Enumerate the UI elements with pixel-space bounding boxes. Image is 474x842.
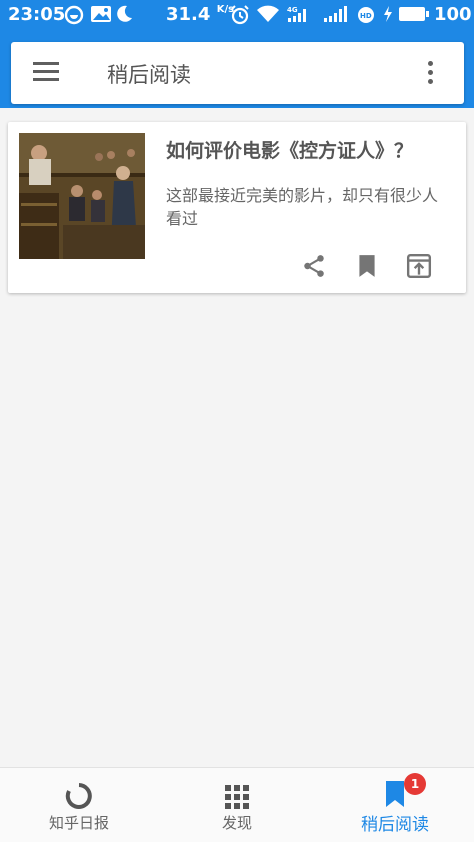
article-title[interactable]: 如何评价电影《控方证人》？: [166, 136, 456, 163]
signal-4g-icon: 4G: [285, 5, 311, 23]
bookmark-icon: [359, 255, 375, 277]
battery-level: 100: [434, 4, 472, 25]
menu-button[interactable]: [33, 60, 61, 86]
status-row: 23:05 31.4 K/s 4G HD 100: [0, 0, 474, 30]
page-title: 稍后阅读: [107, 63, 191, 87]
battery-icon: [398, 5, 430, 23]
bottom-navigation: 知乎日报 发现 稍后阅读: [0, 767, 474, 842]
article-card[interactable]: 如何评价电影《控方证人》？ 这部最接近完美的影片，却只有很少人看过: [8, 122, 466, 293]
more-button[interactable]: [420, 59, 440, 87]
article-thumbnail: [19, 133, 145, 259]
gallery-icon: [90, 5, 112, 23]
nav-item-daily[interactable]: 知乎日报: [0, 768, 158, 842]
nav-label-read-later: 稍后阅读: [361, 815, 429, 835]
open-icon: [406, 253, 432, 279]
share-button[interactable]: [301, 253, 327, 279]
svg-text:HD: HD: [360, 12, 372, 20]
hd-icon: HD: [356, 5, 376, 25]
nav-item-discover[interactable]: 发现: [158, 768, 316, 842]
signal-icon: [322, 5, 348, 23]
bookmark-button[interactable]: [354, 253, 380, 279]
wifi-icon: [256, 5, 280, 23]
alarm-icon: [230, 5, 250, 25]
loading-ring-icon: [0, 782, 158, 810]
app-bar: 稍后阅读: [11, 42, 464, 104]
hamburger-icon: [33, 62, 61, 81]
night-icon: [115, 5, 133, 23]
network-speed: 31.4 K/s: [166, 4, 234, 25]
speed-value: 31.4: [166, 4, 211, 25]
open-button[interactable]: [406, 253, 432, 279]
nav-label-daily: 知乎日报: [48, 814, 109, 832]
share-icon: [304, 255, 324, 277]
screen: 23:05 31.4 K/s 4G HD 100 稍后阅读 如何评价电影《控方证…: [0, 0, 474, 842]
nav-item-read-later[interactable]: 稍后阅读: [316, 768, 474, 842]
status-time: 23:05: [8, 4, 66, 25]
moon-icon: [64, 5, 84, 25]
grid-icon: [158, 782, 316, 810]
more-vert-icon: [420, 61, 440, 84]
article-summary: 这部最接近完美的影片，却只有很少人看过: [166, 186, 439, 228]
charging-icon: [382, 5, 394, 23]
svg-text:4G: 4G: [287, 6, 298, 14]
bookmark-icon: [316, 781, 474, 810]
notification-badge: 1: [404, 773, 426, 795]
nav-label-discover: 发现: [221, 814, 252, 832]
